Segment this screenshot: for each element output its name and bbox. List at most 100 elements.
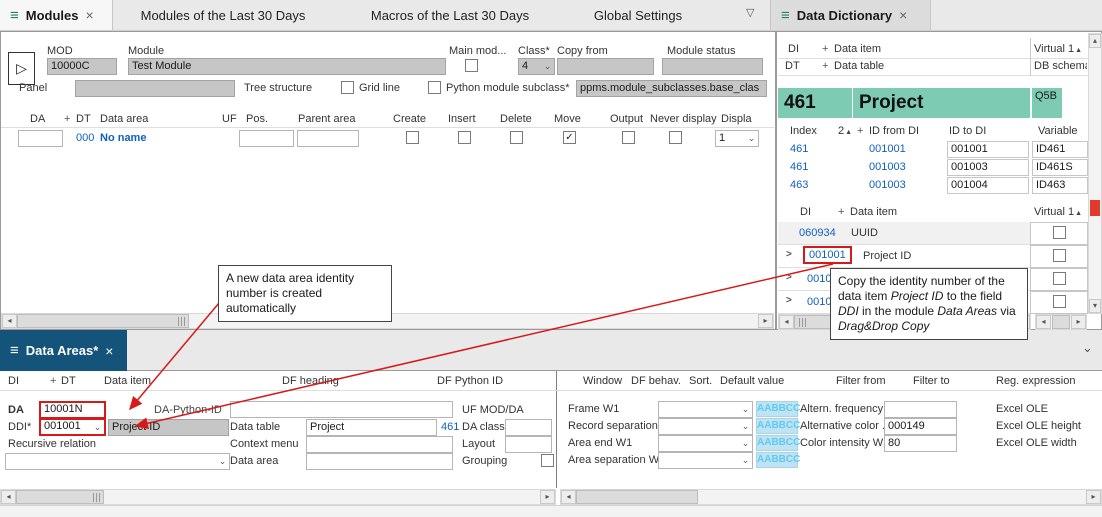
- dictionary-v-scrollbar[interactable]: ▴ ▾: [1088, 33, 1102, 314]
- grip-icon[interactable]: [178, 317, 185, 326]
- close-icon[interactable]: ×: [899, 8, 907, 22]
- index-cell[interactable]: 463: [790, 179, 808, 191]
- panel-field[interactable]: [75, 80, 235, 97]
- scroll-left-button[interactable]: ◂: [2, 314, 17, 328]
- recursive-relation-dropdown[interactable]: ⌄: [5, 453, 230, 470]
- scroll-up-button[interactable]: ▴: [1089, 34, 1101, 48]
- scroll-left-button[interactable]: ◂: [1, 490, 16, 504]
- scroll-right-button[interactable]: ▸: [540, 490, 555, 504]
- ddi-field[interactable]: 001001 ⌄: [39, 418, 106, 436]
- dt-cell[interactable]: 000: [76, 132, 94, 144]
- scroll-thumb[interactable]: [17, 314, 189, 328]
- da-class-field[interactable]: [505, 419, 552, 436]
- record-separation-color-sample[interactable]: AABBCC: [756, 418, 798, 434]
- mod-field[interactable]: 10000C: [47, 58, 117, 75]
- area-separation-w1-dropdown[interactable]: ⌄: [658, 452, 753, 469]
- pos-cell[interactable]: [239, 130, 294, 147]
- expand-icon[interactable]: >: [786, 249, 792, 260]
- db-schema-cell[interactable]: Q5B: [1032, 88, 1062, 118]
- tab-global-settings[interactable]: Global Settings: [578, 0, 698, 31]
- chevron-down-icon[interactable]: ⌄: [739, 436, 752, 451]
- chevron-down-icon[interactable]: ⌄: [216, 454, 229, 469]
- index-cell[interactable]: 461: [790, 161, 808, 173]
- area-end-color-sample[interactable]: AABBCC: [756, 435, 798, 451]
- never-display-checkbox[interactable]: [669, 131, 682, 144]
- item-di[interactable]: 060934: [799, 227, 836, 239]
- scroll-marker-red[interactable]: [1090, 200, 1100, 216]
- item-di[interactable]: 0010: [807, 273, 831, 285]
- virtual-checkbox[interactable]: [1053, 226, 1066, 239]
- tab-modules[interactable]: ≡ Modules ×: [0, 0, 113, 30]
- insert-checkbox[interactable]: [458, 131, 471, 144]
- variable-cell[interactable]: ID461S: [1032, 159, 1088, 176]
- data-table-di[interactable]: 461: [441, 421, 459, 433]
- scroll-down-button[interactable]: ▾: [1089, 299, 1101, 313]
- data-table-field[interactable]: Project: [306, 419, 437, 436]
- close-icon[interactable]: ×: [86, 8, 94, 22]
- id-from-cell[interactable]: 001003: [869, 161, 906, 173]
- selected-table-di-cell[interactable]: 461: [778, 88, 852, 118]
- tab-macros-30-days[interactable]: Macros of the Last 30 Days: [352, 0, 548, 31]
- virtual-checkbox[interactable]: [1053, 295, 1066, 308]
- tab-list-icon[interactable]: ▽: [746, 6, 754, 19]
- id-to-cell[interactable]: 001004: [947, 177, 1029, 194]
- displa-dropdown[interactable]: 1 ⌄: [715, 130, 759, 147]
- scroll-right-button[interactable]: ▸: [758, 314, 773, 328]
- da-python-id-field[interactable]: [230, 401, 453, 418]
- area-separation-color-sample[interactable]: AABBCC: [756, 452, 798, 468]
- id-from-cell[interactable]: 001003: [869, 179, 906, 191]
- expand-icon[interactable]: >: [786, 295, 792, 306]
- layout-field[interactable]: [505, 436, 552, 453]
- alternative-color-field[interactable]: 000149: [884, 418, 957, 435]
- scroll-left-button[interactable]: ◂: [779, 315, 794, 329]
- tab-modules-30-days[interactable]: Modules of the Last 30 Days: [128, 0, 318, 31]
- python-subclass-field[interactable]: ppms.module_subclasses.base_clas: [576, 80, 767, 97]
- scroll-thumb[interactable]: [1052, 315, 1070, 329]
- selected-table-name-cell[interactable]: Project: [853, 88, 1030, 118]
- create-checkbox[interactable]: [406, 131, 419, 144]
- id-to-cell[interactable]: 001003: [947, 159, 1029, 176]
- copy-from-field[interactable]: [557, 58, 654, 75]
- item-di[interactable]: 0010: [807, 296, 831, 308]
- module-status-field[interactable]: [662, 58, 763, 75]
- item-di-highlighted[interactable]: 001001: [803, 246, 852, 264]
- variable-cell[interactable]: ID461: [1032, 141, 1088, 158]
- delete-checkbox[interactable]: [510, 131, 523, 144]
- id-from-cell[interactable]: 001001: [869, 143, 906, 155]
- grip-icon[interactable]: [799, 318, 806, 327]
- output-checkbox[interactable]: [622, 131, 635, 144]
- main-mod-checkbox[interactable]: [465, 59, 478, 72]
- module-name-field[interactable]: Test Module: [128, 58, 446, 75]
- data-area-name-cell[interactable]: No name: [100, 132, 146, 144]
- collapse-chevron-icon[interactable]: ⌄: [1082, 340, 1093, 356]
- python-subclass-checkbox[interactable]: [428, 81, 441, 94]
- chevron-down-icon[interactable]: ⌄: [91, 420, 104, 434]
- tab-data-dictionary[interactable]: ≡ Data Dictionary ×: [770, 0, 931, 30]
- chevron-down-icon[interactable]: ⌄: [541, 59, 554, 74]
- expand-icon[interactable]: >: [786, 272, 792, 283]
- frame-w1-color-sample[interactable]: AABBCC: [756, 401, 798, 417]
- variable-cell[interactable]: ID463: [1032, 177, 1088, 194]
- chevron-down-icon[interactable]: ⌄: [739, 419, 752, 434]
- altern-frequency-field[interactable]: [884, 401, 957, 418]
- grouping-checkbox[interactable]: [541, 454, 554, 467]
- context-menu-field[interactable]: [306, 436, 453, 453]
- grid-line-checkbox[interactable]: [341, 81, 354, 94]
- scroll-thumb[interactable]: [16, 490, 104, 504]
- item-name[interactable]: Project ID: [863, 250, 911, 262]
- chevron-down-icon[interactable]: ⌄: [745, 131, 758, 146]
- chevron-down-icon[interactable]: ⌄: [739, 402, 752, 417]
- chevron-down-icon[interactable]: ⌄: [739, 453, 752, 468]
- data-areas-h-scrollbar-left[interactable]: ◂ ▸: [0, 489, 556, 505]
- scroll-left-button[interactable]: ◂: [1036, 315, 1051, 329]
- scroll-left-button[interactable]: ◂: [561, 490, 576, 504]
- tab-data-areas[interactable]: ≡ Data Areas* ×: [0, 330, 127, 371]
- class-dropdown[interactable]: 4 ⌄: [518, 58, 555, 75]
- da-cell[interactable]: [18, 130, 63, 147]
- ddi-name-field[interactable]: Project ID: [108, 419, 229, 436]
- da-field[interactable]: 10001N: [39, 401, 106, 419]
- scroll-right-button[interactable]: ▸: [1071, 315, 1086, 329]
- move-checkbox[interactable]: ✓: [563, 131, 576, 144]
- frame-w1-dropdown[interactable]: ⌄: [658, 401, 753, 418]
- id-to-cell[interactable]: 001001: [947, 141, 1029, 158]
